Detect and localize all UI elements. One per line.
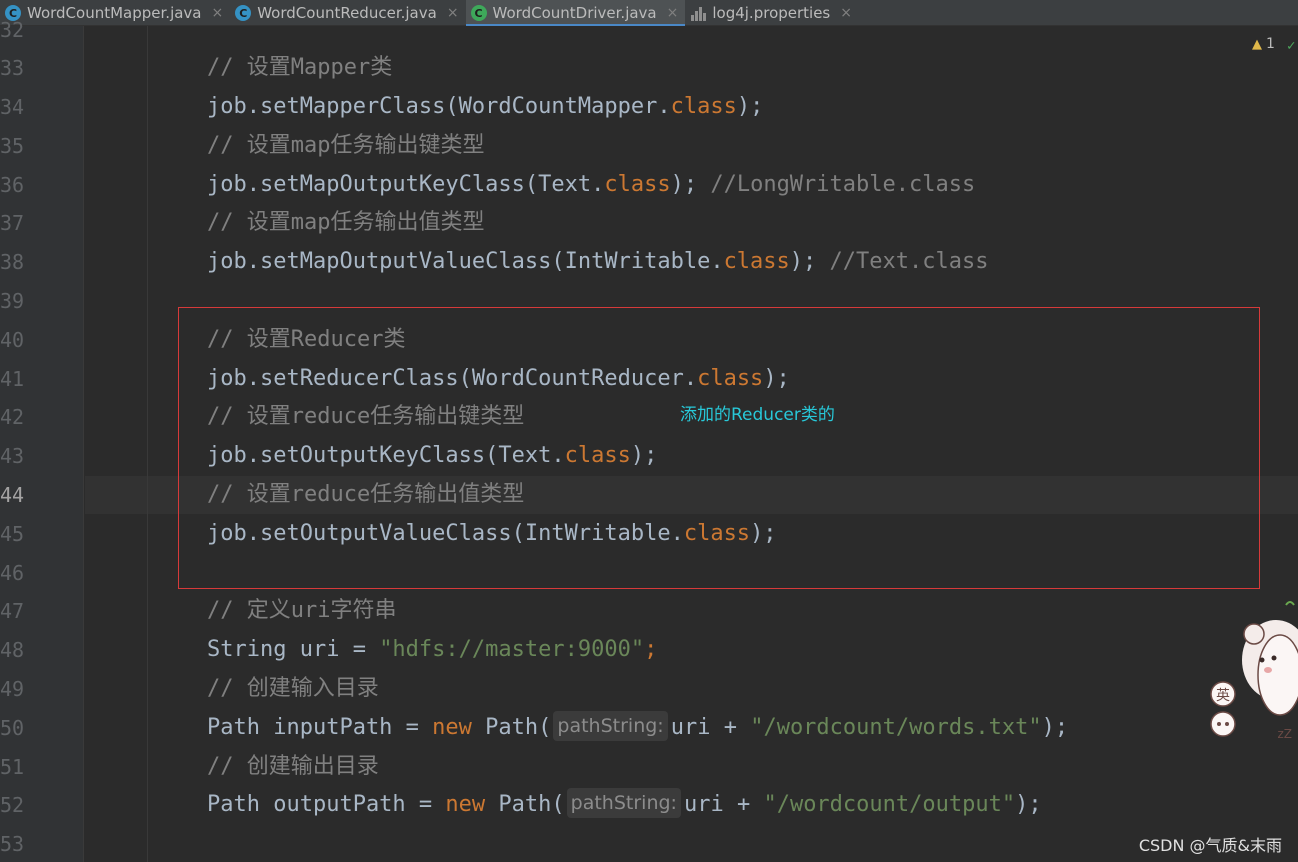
tab-label: log4j.properties — [712, 4, 831, 22]
properties-file-icon — [690, 5, 706, 21]
code-comment: // 设置map任务输出键类型 — [207, 133, 485, 158]
code-text: ); — [736, 94, 764, 119]
string-literal: "hdfs://master:9000" — [379, 637, 645, 662]
java-class-icon: C — [235, 5, 252, 21]
line-number: 46 — [0, 561, 25, 585]
code-line-50[interactable]: Path inputPath = new Path(pathString: uri… — [207, 709, 1068, 747]
tab-label: WordCountMapper.java — [27, 4, 202, 22]
editor-tab-bar: C WordCountMapper.java × C WordCountRedu… — [0, 0, 1298, 27]
line-number: 52 — [0, 793, 25, 817]
line-number: 36 — [0, 173, 25, 197]
indent-guide — [147, 26, 148, 862]
warning-icon: ▲ — [1252, 36, 1262, 52]
highlight-box — [178, 307, 1260, 589]
line-number: 48 — [0, 638, 25, 662]
check-icon: ✓ — [1287, 38, 1296, 54]
code-text: job.setMapOutputKeyClass(Text. — [207, 172, 605, 197]
line-number: 50 — [0, 716, 25, 740]
code-text: job.setMapOutputValueClass(IntWritable. — [207, 249, 724, 274]
code-text: ); — [1041, 715, 1069, 740]
code-text: uri + — [683, 792, 764, 817]
code-text: job.setMapperClass(WordCountMapper. — [207, 94, 671, 119]
code-line-35[interactable]: // 设置map任务输出键类型 — [207, 127, 484, 165]
close-icon[interactable]: × — [840, 5, 852, 21]
close-icon[interactable]: × — [667, 5, 679, 21]
parameter-hint: pathString: — [566, 788, 681, 818]
sticker-label: 英 — [1216, 687, 1230, 704]
code-text: ); — [789, 249, 817, 274]
sticker-label: zZ — [1277, 727, 1292, 740]
keyword: new — [445, 792, 486, 817]
code-comment: //LongWritable.class — [697, 172, 976, 197]
code-line-37[interactable]: // 设置map任务输出值类型 — [207, 204, 484, 242]
parameter-hint: pathString: — [553, 711, 668, 741]
code-line-34[interactable]: job.setMapperClass(WordCountMapper.class… — [207, 88, 763, 126]
tab-label: WordCountDriver.java — [492, 4, 657, 22]
annotation-note: 添加的Reducer类的 — [680, 405, 835, 425]
line-number-current: 44 — [0, 483, 25, 507]
line-number: 49 — [0, 677, 25, 701]
line-number: 37 — [0, 211, 25, 235]
code-text: Path( — [485, 792, 565, 817]
code-text: Path( — [471, 715, 552, 740]
line-number: 40 — [0, 328, 25, 352]
code-comment: //Text.class — [816, 249, 989, 274]
line-number: 51 — [0, 755, 25, 779]
tab-wordcount-driver[interactable]: C WordCountDriver.java × — [465, 0, 686, 27]
line-number: 32 — [0, 18, 25, 42]
code-line-38[interactable]: job.setMapOutputValueClass(IntWritable.c… — [207, 243, 988, 281]
tab-label: WordCountReducer.java — [257, 4, 437, 22]
code-text: uri + — [670, 715, 751, 740]
tab-wordcount-mapper[interactable]: C WordCountMapper.java × — [0, 0, 230, 26]
line-number: 47 — [0, 599, 25, 623]
string-literal: "/wordcount/output" — [763, 792, 1016, 817]
bear-sticker-icon: 英 zZ — [1210, 601, 1298, 740]
code-line-36[interactable]: job.setMapOutputKeyClass(Text.class); //… — [207, 166, 975, 204]
keyword: class — [723, 249, 790, 274]
code-text: Path outputPath = — [207, 792, 446, 817]
code-comment: // 定义uri字符串 — [207, 598, 397, 623]
java-class-icon: C — [470, 5, 487, 21]
line-number: 42 — [0, 405, 25, 429]
code-text: ); — [1015, 792, 1042, 817]
keyword: class — [670, 94, 737, 119]
tab-log4j-properties[interactable]: log4j.properties × — [685, 0, 859, 26]
code-comment: // 设置Mapper类 — [207, 55, 393, 80]
string-literal: "/wordcount/words.txt" — [750, 715, 1042, 740]
watermark: CSDN @气质&末雨 — [1138, 836, 1282, 855]
close-icon[interactable]: × — [212, 5, 224, 21]
line-number: 33 — [0, 56, 25, 80]
code-text: ; — [644, 637, 658, 662]
code-text: String uri = — [207, 637, 380, 662]
tab-wordcount-reducer[interactable]: C WordCountReducer.java × — [230, 0, 465, 26]
line-number: 35 — [0, 134, 25, 158]
inspection-widget[interactable]: ▲ 1 — [1252, 36, 1275, 52]
line-number: 38 — [0, 250, 25, 274]
code-line-49[interactable]: // 创建输入目录 — [207, 670, 379, 708]
keyword: class — [604, 172, 671, 197]
warning-count: 1 — [1266, 36, 1275, 52]
line-number: 34 — [0, 95, 25, 119]
close-icon[interactable]: × — [447, 5, 459, 21]
line-number: 53 — [0, 832, 25, 856]
code-comment: // 创建输出目录 — [207, 754, 379, 779]
code-text: Path inputPath = — [207, 715, 433, 740]
line-number: 45 — [0, 522, 25, 546]
code-text: ); — [670, 172, 698, 197]
code-line-33[interactable]: // 设置Mapper类 — [207, 49, 392, 87]
line-number: 39 — [0, 289, 25, 313]
keyword: new — [432, 715, 472, 740]
code-comment: // 设置map任务输出值类型 — [207, 210, 485, 235]
code-line-48[interactable]: String uri = "hdfs://master:9000"; — [207, 631, 657, 669]
code-comment: // 创建输入目录 — [207, 676, 379, 701]
code-line-52[interactable]: Path outputPath = new Path(pathString: ur… — [207, 786, 1042, 824]
code-line-47[interactable]: // 定义uri字符串 — [207, 592, 396, 630]
line-number: 41 — [0, 367, 25, 391]
code-line-51[interactable]: // 创建输出目录 — [207, 748, 379, 786]
line-number: 43 — [0, 444, 25, 468]
